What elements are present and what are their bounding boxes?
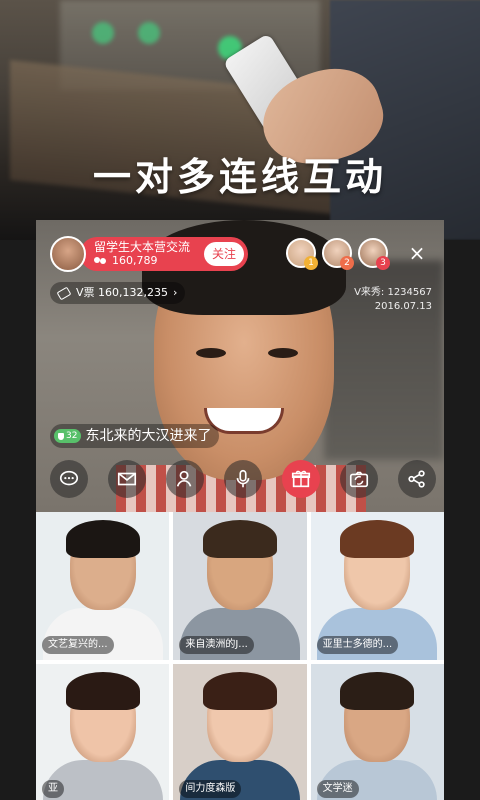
host-card[interactable]: 留学生大本营交流 160,789 关注	[80, 237, 249, 271]
guest-tile[interactable]: 来自澳洲的J...	[173, 512, 307, 660]
camera-switch-icon	[349, 471, 369, 488]
vticket-label: V票	[76, 286, 95, 299]
guest-name: 文艺复兴的...	[42, 636, 114, 654]
users-icon	[176, 470, 192, 487]
promo-banner: 一对多连线互动	[0, 0, 480, 240]
mail-icon	[117, 472, 137, 486]
guest-name: 亚里士多德的...	[316, 636, 399, 654]
guest-hair	[340, 672, 415, 710]
share-icon	[408, 470, 425, 488]
stream-info: V来秀: 1234567 2016.07.13	[354, 286, 432, 314]
guest-name: 来自澳洲的J...	[179, 636, 254, 654]
guest-tile[interactable]: 亚里士多德的...	[310, 512, 444, 660]
room-id: V来秀: 1234567	[354, 287, 432, 298]
viewer-avatar[interactable]: 1	[286, 238, 318, 270]
bokeh-light	[92, 22, 114, 44]
fans-count: 160,789	[112, 254, 158, 267]
share-button[interactable]	[398, 460, 436, 498]
host-eye	[268, 348, 298, 358]
shield-icon	[58, 432, 64, 440]
guest-hair	[340, 520, 415, 558]
guest-tile[interactable]: 间力度森版	[173, 664, 307, 800]
live-stream-view[interactable]: 留学生大本营交流 160,789 关注 1 2 3 × V票 160,132,235…	[36, 220, 444, 512]
vticket-badge[interactable]: V票 160,132,235 ›	[50, 282, 186, 304]
chat-button[interactable]	[50, 460, 88, 498]
viewer-avatar[interactable]: 3	[358, 238, 390, 270]
app-screen: 一对多连线互动 留学生大本营交流 160,789 关注 1 2 3 × V票 160…	[0, 0, 480, 800]
guest-name: 间力度森版	[179, 780, 242, 798]
stream-date: 2016.07.13	[374, 301, 432, 312]
guest-grid: 文艺复兴的... 来自澳洲的J... 亚里士多德的... 亚 间力度森版 文学迷	[36, 512, 444, 800]
guest-hair	[65, 520, 140, 558]
switch-camera-button[interactable]	[340, 460, 378, 498]
guest-tile[interactable]: 亚	[36, 664, 170, 800]
promo-title: 一对多连线互动	[92, 155, 387, 199]
live-toolbar	[50, 460, 436, 498]
chat-text: 东北来的大汉进来了	[85, 428, 212, 444]
close-icon[interactable]: ×	[408, 243, 426, 263]
guest-name: 亚	[42, 780, 64, 798]
gift-icon	[291, 470, 311, 488]
guest-hair	[65, 672, 140, 710]
level-number: 32	[66, 431, 78, 441]
chat-icon	[59, 470, 79, 486]
bokeh-light	[138, 22, 160, 44]
host-fans: 160,789	[94, 254, 198, 268]
users-button[interactable]	[166, 460, 204, 498]
host-info[interactable]: 留学生大本营交流 160,789 关注	[50, 236, 249, 272]
rank-badge: 1	[304, 256, 318, 270]
guest-hair	[202, 520, 277, 558]
vticket-value: 160,132,235	[98, 286, 169, 299]
rank-badge: 3	[376, 256, 390, 270]
follow-button[interactable]: 关注	[204, 242, 245, 266]
viewer-avatars: 1 2 3	[286, 238, 394, 270]
chevron-right-icon: ›	[173, 286, 178, 299]
host-avatar[interactable]	[50, 236, 86, 272]
host-eye	[196, 348, 226, 358]
ticket-icon	[56, 286, 72, 300]
mic-icon	[236, 469, 250, 488]
chat-message: 32 东北来的大汉进来了	[50, 424, 220, 448]
guest-name: 文学迷	[316, 780, 359, 798]
host-name: 留学生大本营交流	[94, 240, 191, 254]
gift-button[interactable]	[282, 460, 320, 498]
fans-icon	[94, 256, 108, 266]
guest-tile[interactable]: 文艺复兴的...	[36, 512, 170, 660]
mic-button[interactable]	[224, 460, 262, 498]
rank-badge: 2	[340, 256, 354, 270]
level-badge: 32	[54, 429, 82, 443]
viewer-avatar[interactable]: 2	[322, 238, 354, 270]
guest-hair	[202, 672, 277, 710]
message-button[interactable]	[108, 460, 146, 498]
guest-tile[interactable]: 文学迷	[310, 664, 444, 800]
